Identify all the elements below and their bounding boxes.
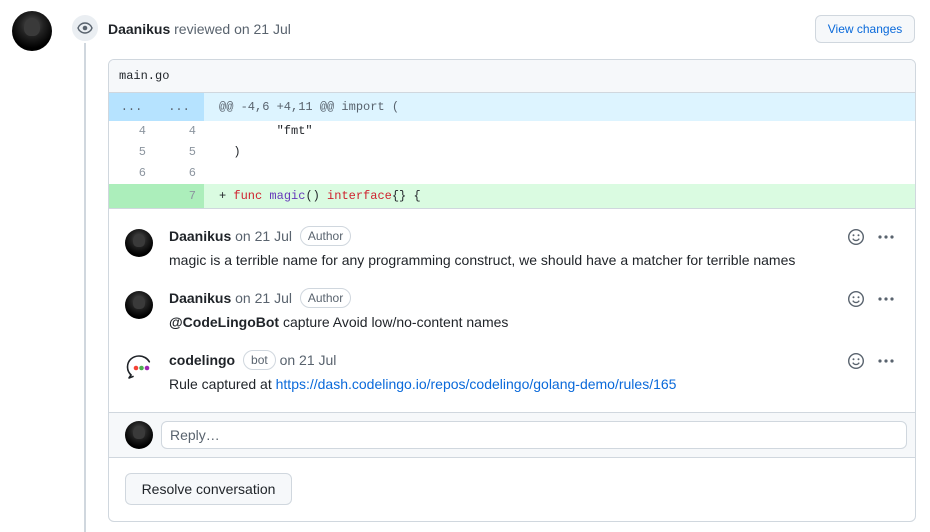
comment-date[interactable]: on 21 Jul [280, 352, 337, 368]
code-line: ) [219, 145, 241, 159]
comment-header: Daanikus on 21 Jul Author [169, 288, 352, 308]
expand-down-button[interactable]: ... [154, 93, 204, 121]
old-line-number [109, 184, 154, 208]
review-action: reviewed [174, 21, 231, 37]
divider [109, 208, 915, 209]
new-line-number[interactable]: 4 [154, 121, 204, 142]
kebab-horizontal-icon[interactable] [876, 227, 896, 247]
diff-table: ... ... @@ -4,6 +4,11 @@ import ( 4 4 "f… [109, 93, 915, 208]
new-line-number[interactable]: 6 [154, 163, 204, 184]
code-line: + func magic() interface{} { [219, 184, 421, 208]
comment-text: capture Avoid low/no-content names [279, 314, 509, 330]
codelingo-bot-avatar[interactable] [125, 353, 153, 381]
review-comment: codelingo bot on 21 Jul Rule captured at… [109, 350, 915, 410]
review-comment: Daanikus on 21 Jul Author @CodeLingoBot … [109, 288, 915, 348]
review-comment: Daanikus on 21 Jul Author magic is a ter… [109, 226, 915, 286]
file-name[interactable]: main.go [109, 60, 915, 93]
avatar [125, 421, 153, 449]
resolve-conversation-button[interactable]: Resolve conversation [125, 473, 292, 505]
comment-author[interactable]: Daanikus [169, 290, 231, 306]
review-thread: main.go ... ... @@ -4,6 +4,11 @@ import … [108, 59, 916, 522]
comment-body: Rule captured at https://dash.codelingo.… [169, 374, 676, 394]
user-mention[interactable]: @CodeLingoBot [169, 314, 279, 330]
view-changes-button[interactable]: View changes [815, 15, 915, 43]
author-badge: Author [299, 288, 352, 308]
eye-icon [70, 13, 100, 43]
comment-author[interactable]: Daanikus [169, 228, 231, 244]
hunk-row: ... ... @@ -4,6 +4,11 @@ import ( [109, 93, 915, 121]
diff-line: 5 5 ) [109, 142, 915, 163]
code-punct: () [305, 189, 328, 203]
keyword-func: func [233, 189, 263, 203]
bot-badge: bot [243, 350, 276, 370]
timeline-line [84, 38, 86, 532]
reviewer-avatar[interactable] [12, 11, 52, 51]
comment-date[interactable]: on 21 Jul [235, 228, 292, 244]
smiley-icon[interactable] [846, 351, 866, 371]
comment-author[interactable]: codelingo [169, 352, 235, 368]
comment-body: magic is a terrible name for any program… [169, 252, 796, 268]
comment-body: @CodeLingoBot capture Avoid low/no-conte… [169, 312, 508, 332]
review-date[interactable]: on 21 Jul [234, 21, 291, 37]
diff-prefix: + [219, 189, 234, 203]
comment-date[interactable]: on 21 Jul [235, 290, 292, 306]
hunk-header: @@ -4,6 +4,11 @@ import ( [219, 100, 400, 114]
expand-up-button[interactable]: ... [109, 93, 154, 121]
old-line-number[interactable]: 6 [109, 163, 154, 184]
function-name: magic [269, 189, 306, 203]
old-line-number[interactable]: 4 [109, 121, 154, 142]
comment-header: codelingo bot on 21 Jul [169, 350, 336, 370]
new-line-number[interactable]: 5 [154, 142, 204, 163]
diff-line: 4 4 "fmt" [109, 121, 915, 142]
review-header: Daanikus reviewed on 21 Jul [108, 19, 291, 39]
rule-link[interactable]: https://dash.codelingo.io/repos/codeling… [276, 376, 677, 392]
code-line: "fmt" [219, 124, 313, 138]
avatar[interactable] [125, 291, 153, 319]
review-author[interactable]: Daanikus [108, 21, 170, 37]
avatar[interactable] [125, 229, 153, 257]
kebab-horizontal-icon[interactable] [876, 289, 896, 309]
kebab-horizontal-icon[interactable] [876, 351, 896, 371]
new-line-number[interactable]: 7 [154, 184, 204, 208]
diff-line-added: 7 + func magic() interface{} { [109, 184, 915, 208]
reply-input[interactable] [161, 421, 907, 449]
author-badge: Author [299, 226, 352, 246]
code-punct: {} { [391, 189, 421, 203]
comment-text: Rule captured at [169, 376, 276, 392]
smiley-icon[interactable] [846, 227, 866, 247]
reply-area [109, 412, 915, 458]
diff-line: 6 6 [109, 163, 915, 184]
comment-header: Daanikus on 21 Jul Author [169, 226, 352, 246]
old-line-number[interactable]: 5 [109, 142, 154, 163]
smiley-icon[interactable] [846, 289, 866, 309]
keyword-interface: interface [327, 189, 392, 203]
